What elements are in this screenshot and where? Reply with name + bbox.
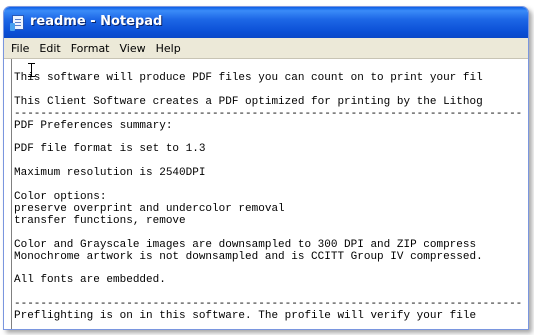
- window-title: readme - Notepad: [30, 14, 163, 29]
- menu-help[interactable]: Help: [151, 42, 186, 55]
- menu-format[interactable]: Format: [66, 42, 115, 55]
- notepad-icon[interactable]: [10, 15, 24, 31]
- document-text[interactable]: This software will produce PDF files you…: [14, 72, 522, 323]
- menu-file[interactable]: File: [4, 42, 34, 55]
- text-editor-area[interactable]: This software will produce PDF files you…: [11, 59, 528, 329]
- menu-view[interactable]: View: [115, 42, 151, 55]
- menu-edit[interactable]: Edit: [34, 42, 65, 55]
- notepad-window: readme - Notepad File Edit Format View H…: [3, 6, 529, 330]
- menu-bar: File Edit Format View Help: [4, 38, 528, 59]
- title-bar[interactable]: readme - Notepad: [4, 7, 528, 38]
